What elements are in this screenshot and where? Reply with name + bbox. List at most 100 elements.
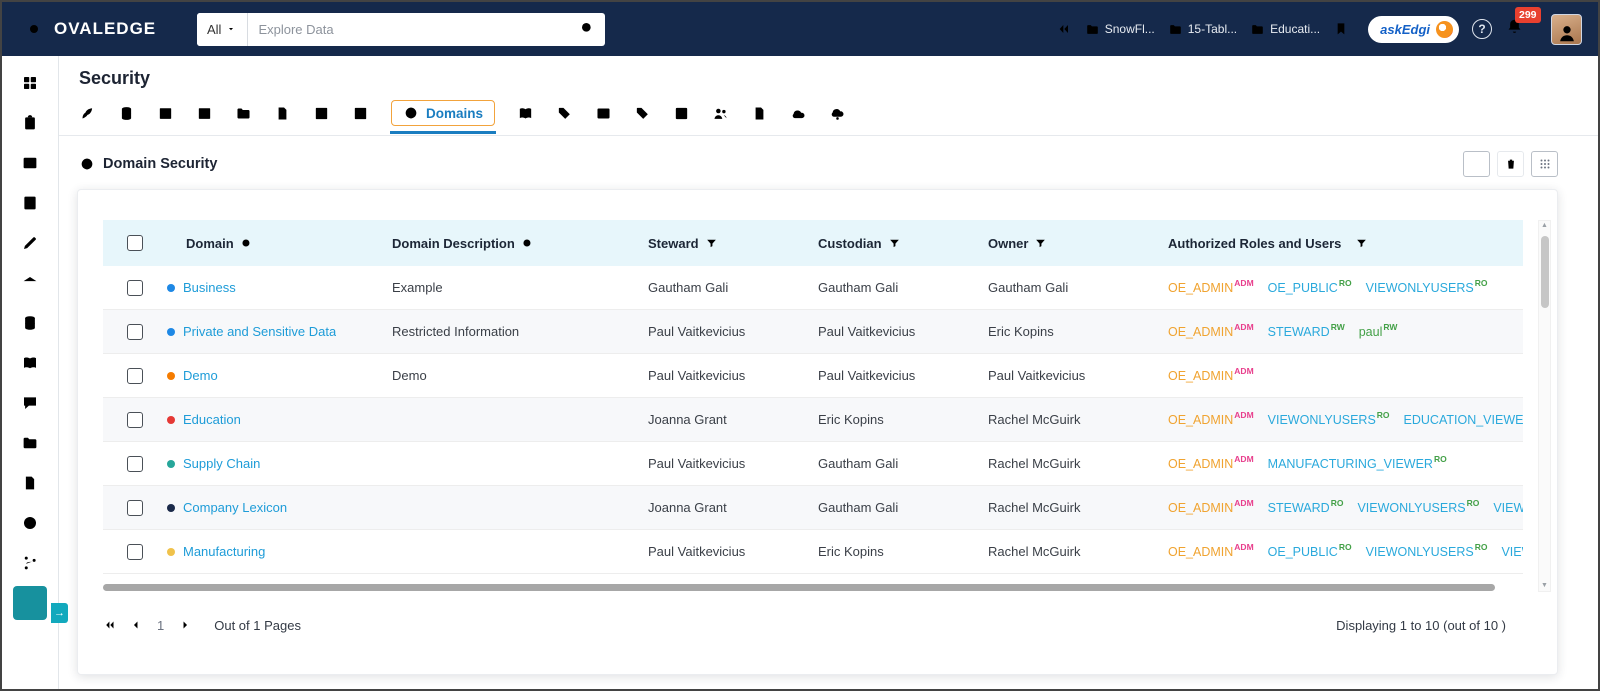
askedgi-button[interactable]: askEdgi [1368, 15, 1459, 43]
column-search-icon[interactable] [521, 237, 534, 250]
help-icon[interactable]: ? [1472, 19, 1492, 39]
collapse-recent-icon[interactable] [1056, 21, 1072, 37]
filter-icon[interactable] [1355, 237, 1368, 250]
tab-cloud[interactable] [790, 105, 807, 122]
tab-labels[interactable] [634, 105, 651, 122]
domain-link[interactable]: Company Lexicon [183, 500, 287, 515]
role-chip[interactable]: OE_ADMINADM [1168, 279, 1254, 295]
column-search-icon[interactable] [240, 237, 253, 250]
tab-media[interactable] [595, 105, 612, 122]
tab-cloud-services[interactable] [829, 105, 846, 122]
sidebar-item-governance[interactable] [13, 266, 47, 300]
search-scope-dropdown[interactable]: All [197, 12, 249, 46]
row-checkbox[interactable] [127, 499, 143, 516]
row-checkbox[interactable] [127, 367, 143, 384]
sidebar-item-projects[interactable] [13, 426, 47, 460]
role-chip[interactable]: VIEWONLYUSERSRO [1366, 543, 1488, 559]
role-chip[interactable]: OE_PUBLICRO [1268, 543, 1352, 559]
sidebar-item-home[interactable] [13, 66, 47, 100]
role-chip[interactable]: OE_ADMINADM [1168, 455, 1254, 471]
recent-item[interactable]: 15-Tabl... [1168, 22, 1237, 37]
row-checkbox[interactable] [127, 543, 143, 560]
sidebar-item-edit[interactable] [13, 226, 47, 260]
domain-link[interactable]: Education [183, 412, 241, 427]
sidebar-item-forms[interactable] [13, 186, 47, 220]
scroll-down-arrow[interactable]: ▼ [1541, 581, 1548, 591]
row-checkbox[interactable] [127, 455, 143, 472]
role-chip[interactable]: OE_ADMINADM [1168, 499, 1254, 515]
row-checkbox[interactable] [127, 411, 143, 428]
sidebar-item-scheduler[interactable] [13, 506, 47, 540]
role-chip[interactable]: OE_ADMINADM [1168, 323, 1254, 339]
role-chip[interactable]: VIEWONLYUSERSRO [1357, 499, 1479, 515]
sidebar-item-certification[interactable] [13, 466, 47, 500]
column-header-domain[interactable]: Domain [167, 236, 392, 251]
sort-icon[interactable] [167, 236, 180, 250]
role-chip[interactable]: VIEWER… [1493, 501, 1523, 515]
search-input[interactable] [248, 21, 569, 37]
download-icon[interactable] [1518, 618, 1532, 632]
role-chip[interactable]: VIEWONLYUSERSRO [1366, 279, 1488, 295]
next-page-button[interactable] [178, 618, 192, 632]
sidebar-item-analytics[interactable] [13, 586, 47, 620]
domain-link[interactable]: Demo [183, 368, 218, 383]
domain-link[interactable]: Private and Sensitive Data [183, 324, 336, 339]
tab-analytics[interactable] [352, 105, 369, 122]
tab-folders[interactable] [235, 105, 252, 122]
scroll-up-arrow[interactable]: ▲ [1541, 221, 1548, 231]
filter-icon[interactable] [888, 237, 901, 250]
role-chip[interactable]: paulRW [1359, 323, 1398, 339]
row-checkbox[interactable] [127, 323, 143, 340]
sidebar-item-lineage[interactable] [13, 546, 47, 580]
sidebar-expand-button[interactable]: → [51, 603, 68, 623]
tab-databases[interactable] [118, 105, 135, 122]
role-chip[interactable]: VIEWE… [1501, 545, 1523, 559]
role-chip[interactable]: EDUCATION_VIEWERR… [1404, 411, 1523, 428]
tab-users[interactable] [712, 105, 729, 122]
add-domain-button[interactable] [1463, 151, 1490, 177]
column-settings-button[interactable] [1531, 151, 1558, 177]
sidebar-item-media[interactable] [13, 146, 47, 180]
search-submit-button[interactable] [569, 20, 605, 39]
sidebar-item-glossary[interactable] [13, 346, 47, 380]
filter-icon[interactable] [1034, 237, 1047, 250]
tab-certified-docs[interactable] [274, 105, 291, 122]
notifications-button[interactable]: 299 [1505, 7, 1541, 41]
column-header-owner[interactable]: Owner [988, 236, 1168, 251]
sidebar-item-collaboration[interactable] [13, 386, 47, 420]
role-chip[interactable]: STEWARDRO [1268, 499, 1344, 515]
tab-launch[interactable] [79, 105, 96, 122]
domain-link[interactable]: Supply Chain [183, 456, 260, 471]
recent-item[interactable]: SnowFl... [1085, 22, 1155, 37]
tab-columns[interactable] [196, 105, 213, 122]
column-header-description[interactable]: Domain Description [392, 236, 648, 251]
tab-tags[interactable] [556, 105, 573, 122]
domain-link[interactable]: Business [183, 280, 236, 295]
role-chip[interactable]: OE_ADMINADM [1168, 367, 1254, 383]
role-chip[interactable]: OE_ADMINADM [1168, 543, 1254, 559]
vertical-scrollbar-thumb[interactable] [1540, 236, 1549, 308]
first-page-button[interactable] [103, 618, 117, 632]
tab-files[interactable] [751, 105, 768, 122]
user-avatar[interactable] [1551, 13, 1582, 45]
delete-domain-button[interactable] [1497, 151, 1524, 177]
tab-tables[interactable] [157, 105, 174, 122]
bookmark-icon[interactable] [1333, 21, 1349, 37]
sidebar-item-data-catalog[interactable] [13, 306, 47, 340]
recent-item[interactable]: Educati... [1250, 22, 1320, 37]
tab-queries[interactable] [673, 105, 690, 122]
column-header-roles[interactable]: Authorized Roles and Users [1168, 236, 1523, 251]
role-chip[interactable]: STEWARDRW [1268, 323, 1345, 339]
row-checkbox[interactable] [127, 279, 143, 296]
column-header-custodian[interactable]: Custodian [818, 236, 988, 251]
role-chip[interactable]: OE_ADMINADM [1168, 411, 1254, 427]
tab-reports[interactable] [313, 105, 330, 122]
filter-icon[interactable] [705, 237, 718, 250]
ovaledge-logo[interactable]: OVALEDGE [22, 17, 197, 41]
tab-glossary[interactable] [517, 105, 534, 122]
role-chip[interactable]: MANUFACTURING_VIEWERRO [1268, 455, 1447, 471]
sidebar-item-reports[interactable] [13, 106, 47, 140]
prev-page-button[interactable] [129, 618, 143, 632]
horizontal-scrollbar-thumb[interactable] [103, 584, 1495, 591]
domain-link[interactable]: Manufacturing [183, 544, 265, 559]
